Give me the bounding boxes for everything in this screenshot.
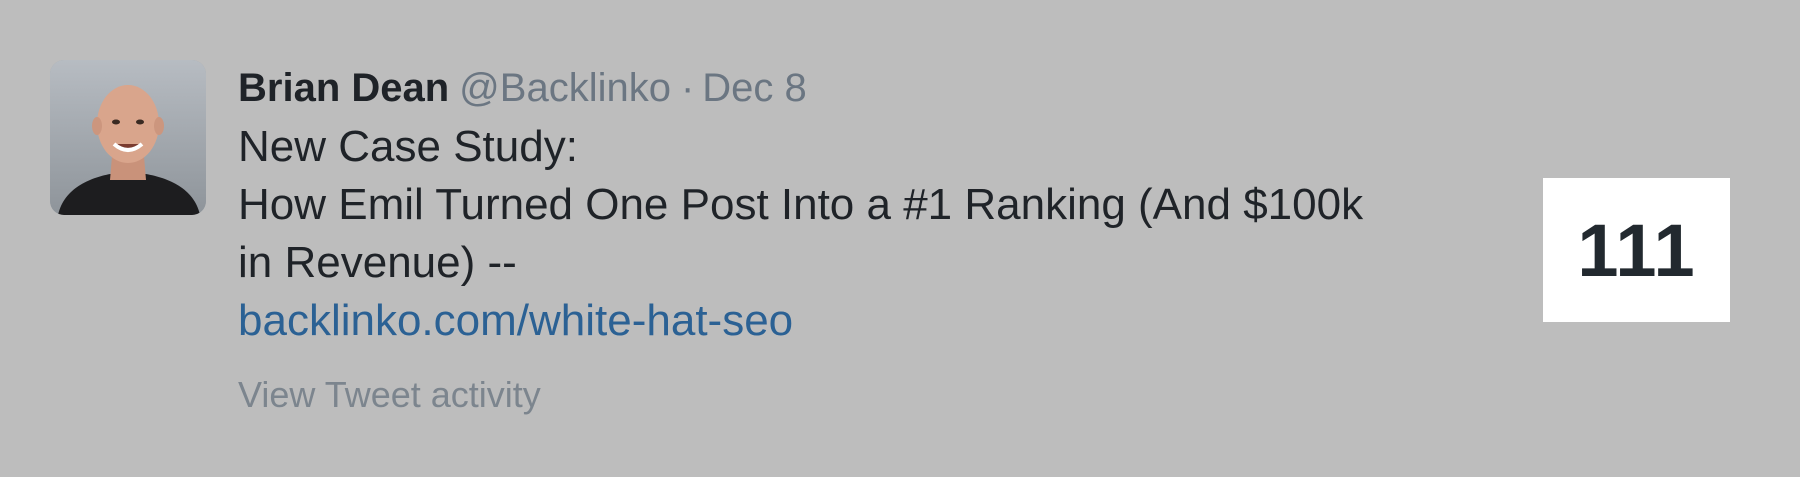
author-handle[interactable]: @Backlinko [459,66,671,110]
tweet-text-line: How Emil Turned One Post Into a #1 Ranki… [238,180,1364,229]
impressions-box: 111 [1543,178,1730,322]
impressions-count: 111 [1577,208,1696,292]
separator-dot: · [680,66,695,110]
tweet-body: Brian Dean @Backlinko · Dec 8 New Case Stud… [238,62,1518,418]
tweet-url-link[interactable]: backlinko.com/white-hat-seo [238,292,1518,350]
tweet-date[interactable]: Dec 8 [702,66,807,110]
profile-photo [50,60,206,215]
tweet-card: Brian Dean @Backlinko · Dec 8 New Case Stud… [0,0,1800,477]
tweet-text: New Case Study: How Emil Turned One Post… [238,118,1518,292]
view-tweet-activity-link[interactable]: View Tweet activity [238,372,1518,418]
avatar[interactable] [50,60,206,215]
tweet-header: Brian Dean @Backlinko · Dec 8 [238,62,1518,114]
author-name[interactable]: Brian Dean [238,66,449,110]
tweet-text-line: New Case Study: [238,122,578,171]
tweet-text-line: in Revenue) -- [238,238,517,287]
